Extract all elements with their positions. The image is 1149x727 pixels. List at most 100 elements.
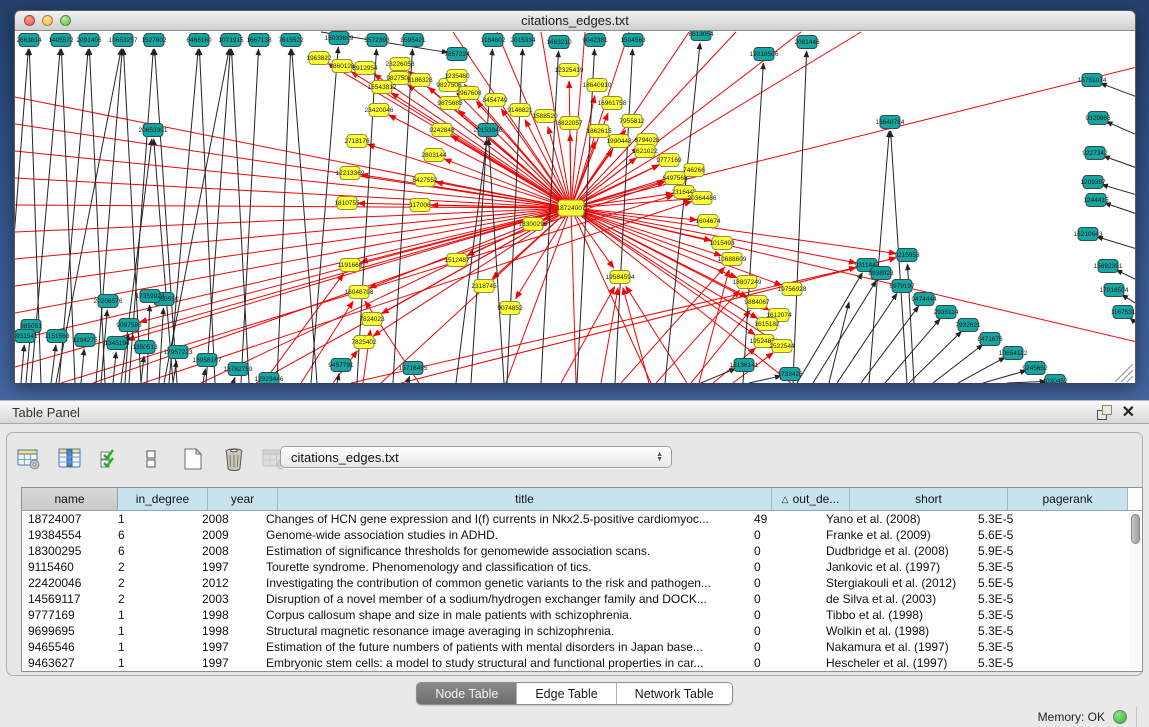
table-cell[interactable]: de Silva et al. (2003) <box>820 592 972 606</box>
table-cell[interactable]: Estimation of the future numbers of pati… <box>260 640 748 654</box>
graph-node[interactable]: 1191668 <box>338 259 363 272</box>
column-header-out_de[interactable]: △out_de... <box>772 488 850 510</box>
graph-node[interactable]: 9227342 <box>1082 147 1108 160</box>
graph-node[interactable]: 20364486 <box>688 192 717 205</box>
graph-node[interactable]: 2718176 <box>344 135 370 148</box>
graph-node[interactable]: 9329966 <box>1085 112 1111 125</box>
table-cell[interactable]: 2008 <box>196 512 260 526</box>
graph-node[interactable]: 6466160 <box>186 34 212 47</box>
graph-node[interactable]: 17957223 <box>164 346 193 359</box>
graph-node[interactable]: 8938923 <box>868 267 894 280</box>
graph-edge[interactable] <box>277 49 291 383</box>
table-cell[interactable]: 49 <box>748 512 820 526</box>
graph-node[interactable]: 2803144 <box>421 149 447 162</box>
graph-node[interactable]: 2967608 <box>456 87 482 100</box>
graph-edge[interactable] <box>837 293 897 383</box>
table-cell[interactable]: 2 <box>112 592 196 606</box>
table-cell[interactable]: 1 <box>112 512 196 526</box>
graph-edge[interactable] <box>206 49 230 383</box>
graph-node[interactable]: 1810755 <box>334 197 360 210</box>
graph-edge[interactable] <box>665 43 700 383</box>
graph-node[interactable]: 2935114 <box>934 306 959 319</box>
graph-node[interactable]: 10688609 <box>718 253 747 266</box>
graph-node[interactable]: 10654112 <box>999 347 1028 360</box>
table-cell[interactable]: Yano et al. (2008) <box>820 512 972 526</box>
graph-node[interactable]: 3931541 <box>15 330 38 343</box>
table-row[interactable]: 911546021997Tourette syndrome. Phenomeno… <box>22 559 1142 575</box>
graph-edge[interactable] <box>96 49 122 383</box>
network-view[interactable]: 1872400726638141405572209140610653257152… <box>15 31 1135 383</box>
column-header-year[interactable]: year <box>208 488 278 510</box>
graph-edge[interactable] <box>1116 270 1135 280</box>
table-cell[interactable]: 5.9E-5 <box>972 544 1086 558</box>
table-cell[interactable]: 6 <box>112 544 196 558</box>
graph-edge[interactable] <box>141 356 144 383</box>
graph-edge[interactable] <box>113 352 116 383</box>
delete-button[interactable] <box>220 446 248 472</box>
table-row[interactable]: 946362711997Embryonic stem cells: a mode… <box>22 655 1142 671</box>
graph-edge[interactable] <box>869 131 889 383</box>
graph-node[interactable]: 1604674 <box>695 215 721 228</box>
graph-node[interactable]: 1862615 <box>586 125 612 138</box>
graph-node[interactable]: 12325419 <box>555 64 584 77</box>
graph-edge[interactable] <box>621 267 725 383</box>
table-cell[interactable]: 0 <box>748 560 820 574</box>
graph-node[interactable]: 1030452 <box>1042 375 1068 384</box>
graph-node[interactable]: 10653257 <box>109 34 138 47</box>
table-cell[interactable]: Disruption of a novel member of a sodium… <box>260 592 748 606</box>
graph-node[interactable]: 7857224 <box>444 48 470 61</box>
table-cell[interactable]: Franke et al. (2009) <box>820 528 972 542</box>
table-cell[interactable]: 9465546 <box>22 640 112 654</box>
graph-edge[interactable] <box>233 377 235 383</box>
table-cell[interactable]: 1 <box>112 624 196 638</box>
graph-node[interactable]: 9245652 <box>1022 362 1048 375</box>
table-cell[interactable]: 9777169 <box>22 608 112 622</box>
graph-node[interactable]: 1463210 <box>546 36 572 49</box>
table-scrollbar-thumb[interactable] <box>1131 514 1140 544</box>
table-cell[interactable]: 2012 <box>196 576 260 590</box>
column-header-in_degree[interactable]: in_degree <box>118 488 208 510</box>
graph-edge[interactable] <box>201 165 659 383</box>
table-cell[interactable]: 1997 <box>196 560 260 574</box>
table-row[interactable]: 1830029562008Estimation of significance … <box>22 543 1142 559</box>
table-cell[interactable]: Tourette syndrome. Phenomenology and cla… <box>260 560 748 574</box>
graph-node[interactable]: 9884067 <box>744 296 770 309</box>
network-window-titlebar[interactable]: citations_edges.txt <box>15 11 1135 31</box>
graph-edge[interactable] <box>15 151 571 208</box>
graph-node[interactable]: 9457791 <box>328 359 354 372</box>
graph-edge[interactable] <box>829 302 849 383</box>
table-cell[interactable]: 5.3E-5 <box>972 560 1086 574</box>
graph-node[interactable]: 1294275 <box>72 334 98 347</box>
graph-node[interactable]: 1615182 <box>754 318 780 331</box>
table-cell[interactable]: 2 <box>112 576 196 590</box>
graph-node[interactable]: 1071915 <box>218 34 244 47</box>
tab-edge-table[interactable]: Edge Table <box>517 683 616 704</box>
table-cell[interactable]: 1 <box>112 640 196 654</box>
column-header-name[interactable]: name <box>22 488 118 510</box>
table-cell[interactable]: 5.3E-5 <box>972 640 1086 654</box>
graph-edge[interactable] <box>571 32 861 208</box>
network-window[interactable]: citations_edges.txt 18724007266381414055… <box>14 10 1136 382</box>
graph-edge[interactable] <box>199 49 215 383</box>
table-cell[interactable]: 5.3E-5 <box>972 624 1086 638</box>
table-cell[interactable]: 5.3E-5 <box>972 592 1086 606</box>
graph-node[interactable]: 2318745 <box>471 280 497 293</box>
graph-edge[interactable] <box>1122 295 1135 304</box>
table-cell[interactable]: Dudbridge et al. (2008) <box>820 544 972 558</box>
graph-node[interactable]: 7955812 <box>619 115 645 128</box>
table-cell[interactable]: Tibbo et al. (1998) <box>820 608 972 622</box>
table-row[interactable]: 977716911998Corpus callosum shape and si… <box>22 607 1142 623</box>
graph-node[interactable]: 19756928 <box>778 283 807 296</box>
column-header-short[interactable]: short <box>850 488 1008 510</box>
graph-edge[interactable] <box>1100 83 1135 97</box>
graph-node[interactable]: 18807249 <box>733 276 762 289</box>
table-cell[interactable]: 5.6E-5 <box>972 528 1086 542</box>
graph-node[interactable]: 16136141 <box>730 359 759 372</box>
graph-node[interactable]: 8471676 <box>977 333 1003 346</box>
table-row[interactable]: 2242004622012Investigating the contribut… <box>22 575 1142 591</box>
table-row[interactable]: 1872400712008Changes of HCN gene express… <box>22 511 1142 527</box>
table-cell[interactable]: 1998 <box>196 624 260 638</box>
graph-node[interactable]: 1015493 <box>709 237 735 250</box>
show-columns-button[interactable] <box>56 446 84 472</box>
table-cell[interactable]: 0 <box>748 528 820 542</box>
